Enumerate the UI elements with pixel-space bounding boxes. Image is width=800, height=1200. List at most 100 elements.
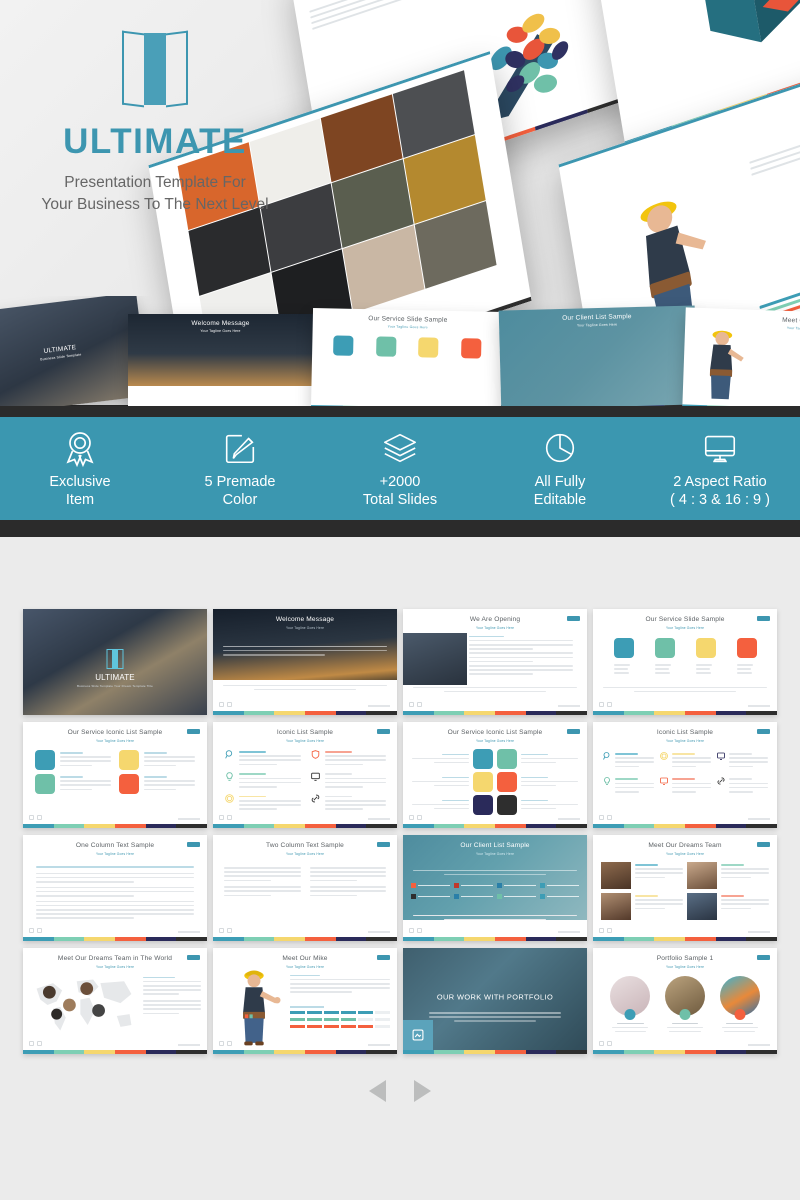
display-icon [660, 777, 668, 785]
thumbnail-cover[interactable]: ULTIMATE Business Slide Template Your Dr… [23, 609, 207, 715]
next-arrow-icon[interactable] [414, 1080, 431, 1102]
thumbnail-footer-text [213, 678, 397, 697]
card-color-stripe [23, 937, 207, 941]
page-number-badge [377, 842, 390, 847]
layers-stack-icon [320, 428, 480, 468]
brand-subtitle-line1: Presentation Template For [64, 174, 246, 191]
client-logo-icon [540, 883, 545, 888]
client-logo-icon [411, 883, 416, 888]
slide-footer-name [178, 931, 200, 933]
page-number-badge [567, 729, 580, 734]
thumbnail-iconic-list-4[interactable]: Our Service Iconic List Sample Your Tagl… [23, 722, 207, 828]
page-number-badge [757, 955, 770, 960]
feature-aspect-ratio: 2 Aspect Ratio ( 4 : 3 & 16 : 9 ) [640, 428, 800, 509]
search-icon [35, 749, 55, 770]
slide-footer-dots [29, 1041, 42, 1046]
strip-slide-welcome[interactable]: Welcome Message Your Tagline Goes Here [128, 314, 313, 406]
card-color-stripe [403, 824, 587, 828]
member-avatar [687, 892, 717, 920]
prev-arrow-icon[interactable] [369, 1080, 386, 1102]
slide-footer-dots [219, 1041, 232, 1046]
thumbnail-title: Our Service Iconic List Sample Your Tagl… [447, 729, 543, 743]
slide-footer-dots [219, 702, 232, 707]
feature-label: 2 Aspect Ratio ( 4 : 3 & 16 : 9 ) [670, 473, 770, 508]
feature-label: All Fully Editable [533, 473, 587, 508]
strip-slide-cover[interactable]: ULTIMATE Business Slide Template [0, 296, 149, 406]
thumbnail-title: Our Service Iconic List Sample Your Tagl… [67, 729, 163, 743]
thumbnail-outline-list[interactable]: Iconic List Sample Your Tagline Goes Her… [213, 722, 397, 828]
thumbnail-team-world-map[interactable]: Meet Our Dreams Team in The World Your T… [23, 948, 207, 1054]
open-book-icon [122, 30, 188, 108]
worker-person-illustration [243, 970, 281, 1046]
link-icon [717, 777, 725, 785]
slide-footer-name [558, 818, 580, 820]
member-avatar [601, 892, 631, 920]
thumbnail-portfolio-hero[interactable]: OUR WORK WITH PORTFOLIO [403, 948, 587, 1054]
world-map-icon [36, 979, 132, 1031]
slide-footer-dots [599, 928, 612, 933]
page-title: ULTIMATE [63, 122, 247, 161]
thumbnail-client-list[interactable]: Our Client List Sample Your Tagline Goes… [403, 835, 587, 941]
thumbnail-meet-our-mike[interactable]: Meet Our Mike Your Tagline Goes Here [213, 948, 397, 1054]
pencil-icon [695, 637, 716, 658]
gallery-pager [0, 1080, 800, 1102]
monitor-icon [497, 748, 517, 769]
thumbnail-portfolio-circles[interactable]: Portfolio Sample 1 Your Tagline Goes Her… [593, 948, 777, 1054]
globe-icon [497, 771, 517, 792]
slide-footer-dots [409, 928, 422, 933]
thumbnail-two-column[interactable]: Two Column Text Sample Your Tagline Goes… [213, 835, 397, 941]
feature-bar-top-divider [0, 405, 800, 417]
feature-fully-editable: All Fully Editable [480, 428, 640, 509]
search-icon [473, 771, 493, 792]
monitor-icon [460, 338, 482, 359]
thumbnail-title: Iconic List Sample Your Tagline Goes Her… [656, 729, 714, 743]
strip-slide-title: Welcome Message Your Tagline Goes Here [191, 320, 250, 333]
team-photo [403, 633, 467, 685]
thumbnail-iconic-list-center[interactable]: Our Service Iconic List Sample Your Tagl… [403, 722, 587, 828]
thumbnail-title: Two Column Text Sample Your Tagline Goes… [266, 842, 344, 856]
page-number-badge [187, 842, 200, 847]
feature-bar-bottom-divider [0, 520, 800, 537]
thumbnail-body [213, 856, 397, 905]
thumbnail-welcome[interactable]: Welcome Message Your Tagline Goes Here [213, 609, 397, 715]
brand-subtitle: Presentation Template For Your Business … [0, 172, 310, 217]
slide-footer-dots [599, 815, 612, 820]
gear-icon [225, 794, 234, 803]
card-color-stripe [23, 1050, 207, 1054]
thumbnail-title: Iconic List Sample Your Tagline Goes Her… [276, 729, 334, 743]
thumbnail-dreams-team[interactable]: Meet Our Dreams Team Your Tagline Goes H… [593, 835, 777, 941]
gear-icon [660, 751, 668, 760]
page-number-badge [187, 955, 200, 960]
thumbnail-we-are-opening[interactable]: We Are Opening Your Tagline Goes Here [403, 609, 587, 715]
monitor-icon [310, 772, 320, 781]
client-logo-icon [454, 883, 459, 888]
portfolio-badge-icon [403, 1020, 433, 1050]
feature-bar: Exclusive Item 5 Premade Color +2000 Tot… [0, 417, 800, 520]
slide-footer-name [368, 818, 390, 820]
monitor-icon [717, 752, 725, 760]
thumbnail-service-slide[interactable]: Our Service Slide Sample Your Tagline Go… [593, 609, 777, 715]
lightbulb-icon [473, 748, 493, 769]
slide-footer-dots [219, 928, 232, 933]
card-color-stripe [403, 711, 587, 715]
slide-footer-name [558, 931, 580, 933]
page-number-badge [377, 955, 390, 960]
thumbnail-outline-list-b[interactable]: Iconic List Sample Your Tagline Goes Her… [593, 722, 777, 828]
slide-footer-dots [409, 815, 422, 820]
skill-bars [290, 1006, 390, 1028]
slide-footer-dots [29, 928, 42, 933]
feature-label: +2000 Total Slides [362, 473, 438, 508]
strip-slide-client[interactable]: Our Client List Sample Your Tagline Goes… [498, 305, 698, 406]
page-number-badge [757, 616, 770, 621]
desktop-monitor-icon [640, 428, 800, 468]
strip-slide-title: Our Client List Sample Your Tagline Goes… [562, 313, 632, 328]
client-logo-icon [497, 883, 502, 888]
strip-slide-service[interactable]: Our Service Slide Sample Your Tagline Go… [310, 308, 504, 406]
member-avatar [687, 861, 717, 889]
feature-exclusive-item: Exclusive Item [0, 428, 160, 509]
strip-slide-mike[interactable]: Meet Our Mike Your Tagline Goes Here [682, 307, 800, 406]
slide-footer-name [748, 705, 770, 707]
thumbnail-one-column[interactable]: One Column Text Sample Your Tagline Goes… [23, 835, 207, 941]
puzzle-cube-illustration [701, 0, 800, 43]
thumbnail-title: Welcome Message Your Tagline Goes Here [275, 616, 335, 630]
